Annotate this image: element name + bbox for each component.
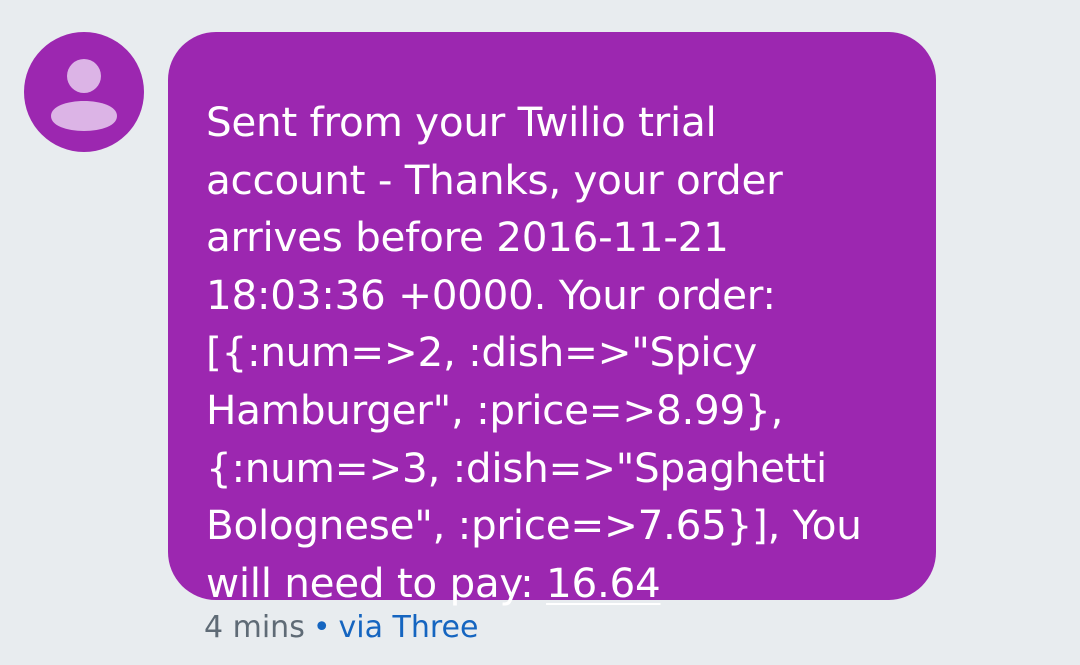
carrier-label: via Three — [338, 610, 479, 645]
person-icon — [51, 59, 117, 131]
message-line: Sent from your Twilio trial — [206, 98, 717, 146]
message-line-text: will need to pay: — [206, 558, 547, 607]
message-line: arrives before 2016-11-21 — [206, 213, 729, 262]
message-meta: 4 mins • via Three — [204, 608, 478, 648]
message-line: Bolognese", :price=>7.65}], You — [206, 501, 862, 550]
message-line: {:num=>3, :dish=>"Spaghetti — [206, 443, 827, 492]
message-line: Hamburger", :price=>8.99}, — [206, 385, 784, 434]
contact-avatar[interactable] — [24, 32, 144, 152]
message-bubble[interactable]: Sent from your Twilio trial account - Th… — [168, 32, 936, 607]
message-line: 18:03:36 +0000. Your order: — [206, 270, 776, 319]
message-last-line: will need to pay: 16.64 — [206, 555, 906, 613]
amount-link[interactable]: 16.64 — [546, 559, 661, 607]
message-line: account - Thanks, your order — [206, 155, 783, 204]
timestamp: 4 mins — [204, 610, 305, 645]
message-line: [{:num=>2, :dish=>"Spicy — [206, 328, 757, 377]
separator-dot: • — [312, 610, 331, 645]
